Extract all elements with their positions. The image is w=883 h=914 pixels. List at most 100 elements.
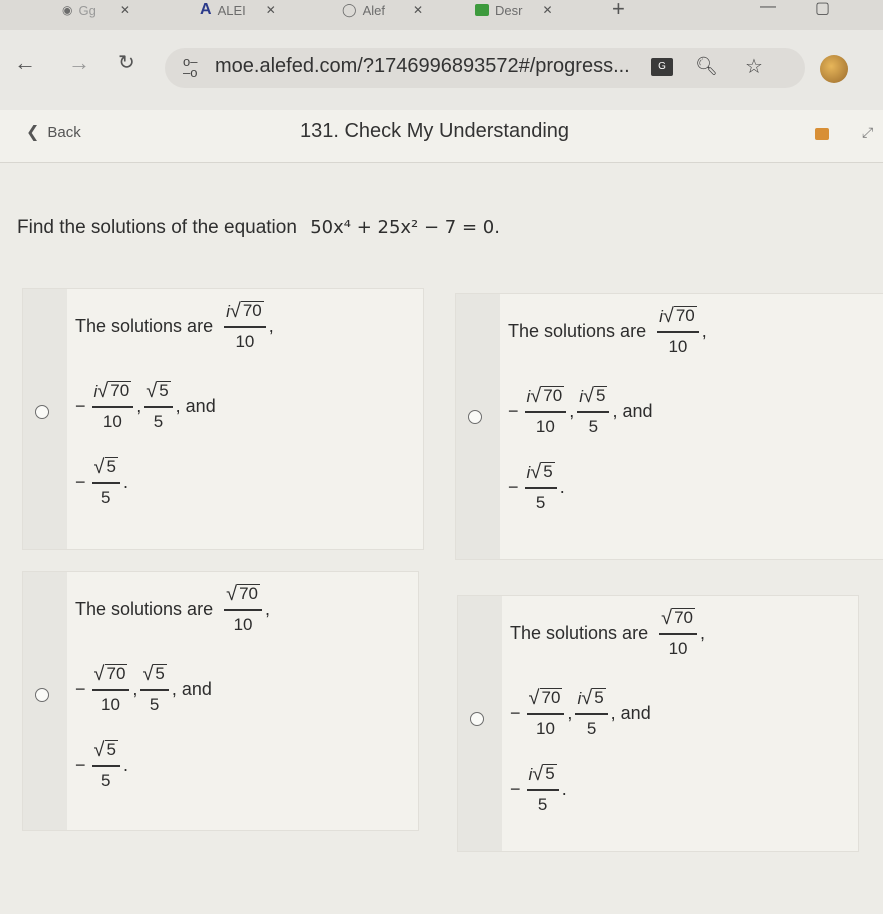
option-line-1: The solutions are √ 70 10,: [75, 584, 270, 635]
minus-sign: −: [75, 754, 86, 775]
radicand: 70: [672, 608, 695, 627]
back-label: Back: [47, 123, 81, 141]
option-radio[interactable]: [35, 688, 49, 702]
fraction-bar: [659, 633, 697, 635]
fraction-body: √ 5 5: [140, 663, 169, 715]
radical-sign: √: [226, 583, 238, 605]
fraction-denominator: 10: [536, 718, 555, 738]
period: .: [561, 778, 567, 799]
status-flag-icon[interactable]: [815, 128, 829, 140]
tab-close-icon[interactable]: ✕: [266, 3, 276, 17]
answer-option-card[interactable]: The solutions are i √ 70 10, − i √ 70 10, i √ 5 5, an…: [455, 293, 883, 560]
square-root: √ 5: [94, 457, 118, 477]
option-line-2: − √ 70 10, √ 5 5, and: [75, 664, 212, 715]
reload-icon[interactable]: ↻: [118, 50, 135, 75]
fraction-bar: [91, 406, 134, 408]
square-root: √ 5: [142, 663, 167, 685]
fraction-numerator: i √ 70: [92, 381, 134, 402]
tab-label: Desr: [495, 2, 523, 18]
browser-tab[interactable]: ◯ Alef ✕: [342, 0, 423, 20]
expand-icon[interactable]: ⤢: [862, 124, 873, 141]
new-tab-button[interactable]: +: [612, 0, 625, 22]
radicand: 5: [593, 386, 608, 405]
address-bar[interactable]: o– –o moe.alefed.com/?1746996893572#/prog…: [165, 48, 805, 88]
profile-avatar[interactable]: [820, 55, 848, 83]
fraction-bar: [577, 411, 610, 413]
browser-tab-active[interactable]: Desr ✕: [475, 0, 553, 20]
option-intro: The solutions are: [75, 598, 214, 619]
translate-icon[interactable]: G: [651, 58, 673, 76]
period: .: [122, 471, 128, 492]
fraction-bar: [140, 689, 169, 691]
fraction-numerator: √ 5: [92, 457, 120, 478]
app-header: ❮ Back 131. Check My Understanding ⤢: [0, 110, 883, 163]
and-label: , and: [612, 400, 653, 421]
tab-label: Gg: [78, 2, 96, 18]
fraction: i √ 5 5: [574, 386, 612, 437]
fraction-numerator: √ 70: [224, 584, 262, 605]
fraction-bar: [91, 482, 120, 484]
page-title: 131. Check My Understanding: [300, 120, 570, 142]
fraction-body: √ 70 10: [659, 608, 697, 659]
option-line-1: The solutions are √ 70 10,: [510, 608, 705, 659]
radical-sign: √: [583, 385, 594, 407]
fraction-numerator: √ 5: [92, 740, 120, 761]
fraction-numerator: i √ 70: [657, 306, 699, 327]
fraction-body: i √ 70 10: [657, 306, 699, 357]
browser-toolbar: ← → ↻ o– –o moe.alefed.com/?1746996893572…: [0, 30, 883, 110]
square-root: √ 5: [530, 461, 555, 483]
answer-option-card[interactable]: The solutions are √ 70 10, − √ 70 10, i √ 5 5, and −…: [457, 595, 859, 852]
maximize-icon[interactable]: ▢: [815, 0, 830, 18]
option-radio[interactable]: [35, 405, 49, 419]
forward-arrow-icon[interactable]: →: [68, 50, 90, 76]
fraction-body: √ 5 5: [91, 457, 120, 508]
radical-sign: √: [581, 687, 593, 709]
url-text: moe.alefed.com/?1746996893572#/progress.…: [215, 55, 630, 77]
back-button[interactable]: ❮ Back: [26, 122, 81, 142]
minus-sign: −: [510, 702, 521, 723]
square-root: √ 5: [93, 739, 118, 761]
fraction-bar: [224, 326, 266, 328]
tab-close-icon[interactable]: ✕: [542, 3, 552, 17]
minimize-icon[interactable]: —: [760, 0, 776, 16]
option-line-2: − √ 70 10, i √ 5 5, and: [510, 688, 651, 739]
radicand: 70: [240, 301, 264, 320]
square-root: √ 5: [532, 764, 557, 784]
answer-option-card[interactable]: The solutions are √ 70 10, − √ 70 10, √ 5 5, and − √…: [22, 571, 419, 831]
fraction-bar: [575, 713, 608, 715]
tab-close-icon[interactable]: ✕: [413, 3, 423, 17]
square-root: √ 5: [581, 687, 606, 709]
browser-tab[interactable]: A ALEI ✕: [200, 0, 276, 20]
answer-option-card[interactable]: The solutions are i √ 70 10, − i √ 70 10, √ 5 5, and…: [22, 288, 424, 550]
fraction: i √ 70 10: [221, 301, 269, 352]
radical-sign: √: [146, 380, 158, 402]
browser-tab[interactable]: ◉ Gg ✕: [62, 0, 130, 20]
square-root: √ 70: [663, 306, 697, 326]
period: .: [122, 754, 128, 775]
fraction: √ 70 10: [221, 584, 265, 635]
radical-sign: √: [142, 663, 154, 685]
fraction-body: i √ 70 10: [524, 386, 567, 437]
site-settings-icon[interactable]: o– –o: [183, 55, 203, 79]
fraction: − √ 5 5: [75, 457, 123, 508]
fraction-denominator: 5: [588, 416, 599, 436]
fraction-denominator: 5: [537, 794, 548, 814]
fraction-denominator: 10: [668, 638, 688, 658]
fraction: √ 5 5: [141, 381, 175, 432]
fraction: − i √ 5 5: [508, 462, 560, 513]
bookmark-star-icon[interactable]: ☆: [745, 54, 763, 79]
fraction-numerator: √ 70: [92, 664, 130, 685]
option-radio[interactable]: [470, 712, 484, 726]
minus-sign: −: [510, 778, 521, 799]
back-arrow-icon[interactable]: ←: [14, 50, 36, 76]
square-root: √ 5: [583, 385, 608, 407]
radical-sign: √: [530, 461, 542, 483]
radical-sign: √: [93, 663, 105, 685]
radical-sign: √: [93, 739, 105, 761]
zoom-search-icon[interactable]: 🔍︎: [695, 56, 718, 77]
and-label: , and: [610, 702, 651, 723]
fraction-numerator: i √ 5: [577, 386, 609, 407]
tab-close-icon[interactable]: ✕: [120, 3, 130, 17]
minus-sign: −: [508, 400, 519, 421]
option-radio[interactable]: [468, 410, 482, 424]
